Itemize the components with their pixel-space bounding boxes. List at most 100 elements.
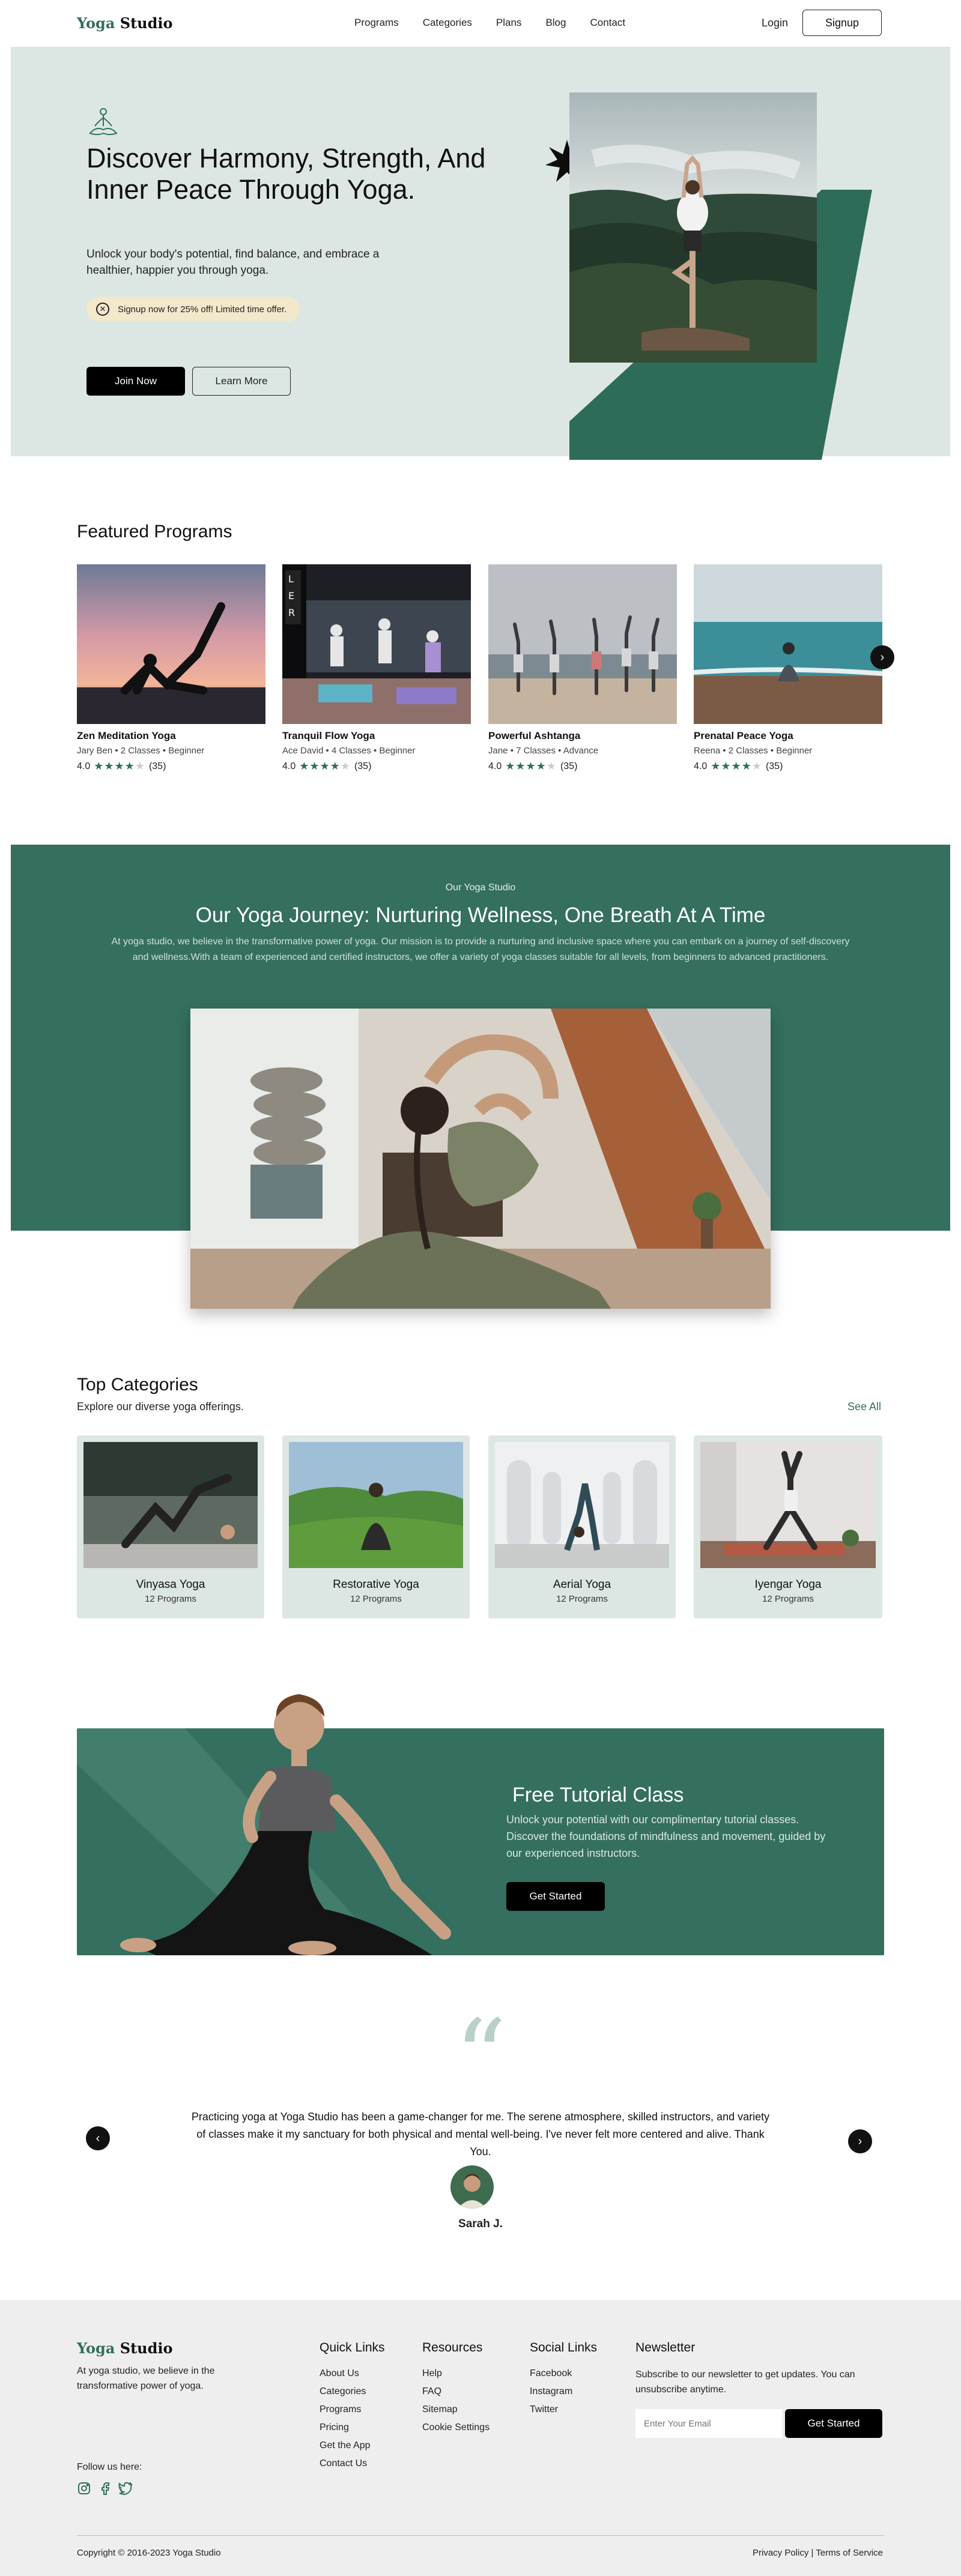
see-all-link[interactable]: See All bbox=[847, 1401, 881, 1413]
tutorial-photo-seated-twist bbox=[120, 1694, 451, 1955]
footer-link-about[interactable]: About Us bbox=[320, 2368, 359, 2379]
program-meta: Ace David • 4 Classes • Beginner bbox=[282, 746, 416, 756]
program-image-zen[interactable] bbox=[77, 564, 265, 724]
signup-button[interactable]: Signup bbox=[802, 10, 882, 36]
quote-mark-icon: “ bbox=[454, 1998, 507, 2117]
hero-photo-tree-pose bbox=[569, 92, 817, 363]
program-meta: Jary Ben • 2 Classes • Beginner bbox=[77, 746, 205, 756]
program-title[interactable]: Prenatal Peace Yoga bbox=[694, 730, 793, 742]
nav-links: Programs Categories Plans Blog Contact bbox=[354, 17, 649, 29]
nav-link-plans[interactable]: Plans bbox=[496, 17, 522, 29]
footer-link-faq[interactable]: FAQ bbox=[422, 2386, 441, 2397]
promo-text: Signup now for 25% off! Limited time off… bbox=[118, 304, 287, 315]
chevron-right-icon: › bbox=[858, 2134, 862, 2148]
twitter-icon[interactable] bbox=[118, 2481, 132, 2496]
footer: Yoga Studio At yoga studio, we believe i… bbox=[0, 2300, 961, 2576]
svg-text:R: R bbox=[288, 607, 295, 618]
legal-links[interactable]: Privacy Policy | Terms of Service bbox=[745, 2548, 883, 2558]
footer-link-contact[interactable]: Contact Us bbox=[320, 2458, 367, 2469]
footer-divider bbox=[77, 2535, 884, 2536]
instagram-icon[interactable] bbox=[77, 2481, 91, 2496]
footer-tagline: At yoga studio, we believe in the transf… bbox=[77, 2366, 215, 2391]
category-name: Aerial Yoga bbox=[553, 1578, 611, 1591]
newsletter-heading: Newsletter bbox=[635, 2341, 696, 2354]
tutorial-body: Unlock your potential with our complimen… bbox=[506, 1814, 826, 1859]
program-title[interactable]: Zen Meditation Yoga bbox=[77, 730, 176, 742]
nav-link-contact[interactable]: Contact bbox=[590, 17, 625, 29]
category-name: Vinyasa Yoga bbox=[136, 1578, 205, 1591]
footer-link-categories[interactable]: Categories bbox=[320, 2386, 366, 2397]
footer-link-pricing[interactable]: Pricing bbox=[320, 2422, 349, 2433]
category-count: 12 Programs bbox=[350, 1594, 402, 1604]
close-circle-icon[interactable]: ✕ bbox=[96, 303, 109, 316]
nav-link-programs[interactable]: Programs bbox=[354, 17, 399, 29]
category-card-iyengar[interactable]: Iyengar Yoga 12 Programs bbox=[694, 1435, 882, 1618]
newsletter-email-input[interactable] bbox=[635, 2409, 782, 2438]
tutorial-title: Free Tutorial Class bbox=[512, 1784, 684, 1806]
resources-heading: Resources bbox=[422, 2341, 483, 2354]
category-count: 12 Programs bbox=[145, 1594, 196, 1604]
program-rating: 4.0 ★★★★★ (35) bbox=[282, 760, 372, 772]
join-now-button[interactable]: Join Now bbox=[86, 367, 185, 396]
nav-link-categories[interactable]: Categories bbox=[423, 17, 472, 29]
program-image-tranquil[interactable]: L E R bbox=[282, 564, 471, 724]
logo[interactable]: Yoga Studio bbox=[77, 14, 173, 32]
testimonial-next-button[interactable]: › bbox=[848, 2129, 872, 2153]
program-title[interactable]: Powerful Ashtanga bbox=[488, 730, 580, 742]
svg-text:E: E bbox=[288, 590, 294, 602]
copyright: Copyright © 2016-2023 Yoga Studio bbox=[77, 2548, 221, 2558]
program-title[interactable]: Tranquil Flow Yoga bbox=[282, 730, 375, 742]
journey-body: At yoga studio, we believe in the transf… bbox=[111, 937, 850, 962]
footer-link-sitemap[interactable]: Sitemap bbox=[422, 2404, 458, 2415]
facebook-icon[interactable] bbox=[99, 2481, 113, 2496]
journey-eyebrow: Our Yoga Studio bbox=[445, 882, 516, 893]
category-card-vinyasa[interactable]: Vinyasa Yoga 12 Programs bbox=[77, 1435, 264, 1618]
footer-link-help[interactable]: Help bbox=[422, 2368, 442, 2379]
footer-link-cookies[interactable]: Cookie Settings bbox=[422, 2422, 490, 2433]
program-rating: 4.0 ★★★★★ (35) bbox=[694, 760, 783, 772]
follow-label: Follow us here: bbox=[77, 2462, 142, 2472]
top-navbar: Yoga Studio Programs Categories Plans Bl… bbox=[0, 0, 961, 47]
svg-text:L: L bbox=[288, 573, 294, 585]
nav-link-blog[interactable]: Blog bbox=[545, 17, 566, 29]
footer-link-twitter[interactable]: Twitter bbox=[530, 2404, 558, 2415]
program-image-prenatal[interactable] bbox=[694, 564, 882, 724]
testimonial-prev-button[interactable]: ‹ bbox=[86, 2126, 110, 2150]
category-card-restorative[interactable]: Restorative Yoga 12 Programs bbox=[282, 1435, 470, 1618]
footer-link-app[interactable]: Get the App bbox=[320, 2440, 371, 2451]
newsletter-text: Subscribe to our newsletter to get updat… bbox=[635, 2369, 855, 2395]
hero-subtitle: Unlock your body's potential, find balan… bbox=[86, 248, 380, 277]
category-image bbox=[700, 1442, 876, 1568]
category-image bbox=[83, 1442, 258, 1568]
category-count: 12 Programs bbox=[556, 1594, 608, 1604]
hero-section: Discover Harmony, Strength, And Inner Pe… bbox=[11, 47, 950, 460]
promo-badge: ✕ Signup now for 25% off! Limited time o… bbox=[86, 297, 300, 322]
star-rating-icon: ★★★★★ bbox=[299, 760, 351, 772]
avatar bbox=[450, 2165, 494, 2209]
testimonial-quote: Practicing yoga at Yoga Studio has been … bbox=[191, 2111, 770, 2158]
carousel-next-button[interactable]: › bbox=[870, 645, 894, 669]
learn-more-button[interactable]: Learn More bbox=[192, 367, 291, 396]
tutorial-get-started-button[interactable]: Get Started bbox=[506, 1882, 605, 1911]
category-count: 12 Programs bbox=[762, 1594, 814, 1604]
journey-title: Our Yoga Journey: Nurturing Wellness, On… bbox=[195, 903, 766, 927]
categories-heading: Top Categories bbox=[77, 1375, 198, 1395]
category-image bbox=[289, 1442, 463, 1568]
chevron-left-icon: ‹ bbox=[95, 2131, 100, 2145]
star-rating-icon: ★★★★★ bbox=[94, 760, 145, 772]
footer-logo[interactable]: Yoga Studio bbox=[77, 2339, 173, 2357]
program-meta: Jane • 7 Classes • Advance bbox=[488, 746, 599, 756]
footer-link-instagram[interactable]: Instagram bbox=[530, 2386, 572, 2397]
hero-title: Discover Harmony, Strength, And Inner Pe… bbox=[86, 143, 486, 205]
login-link[interactable]: Login bbox=[762, 17, 788, 29]
star-rating-icon: ★★★★★ bbox=[711, 760, 762, 772]
featured-heading: Featured Programs bbox=[77, 522, 232, 541]
footer-link-facebook[interactable]: Facebook bbox=[530, 2368, 572, 2379]
category-image bbox=[495, 1442, 669, 1568]
footer-link-programs[interactable]: Programs bbox=[320, 2404, 361, 2415]
newsletter-subscribe-button[interactable]: Get Started bbox=[785, 2409, 882, 2438]
journey-photo-pigeon-pose bbox=[190, 1009, 771, 1309]
category-card-aerial[interactable]: Aerial Yoga 12 Programs bbox=[488, 1435, 676, 1618]
category-name: Iyengar Yoga bbox=[754, 1578, 822, 1591]
program-image-ashtanga[interactable] bbox=[488, 564, 677, 724]
